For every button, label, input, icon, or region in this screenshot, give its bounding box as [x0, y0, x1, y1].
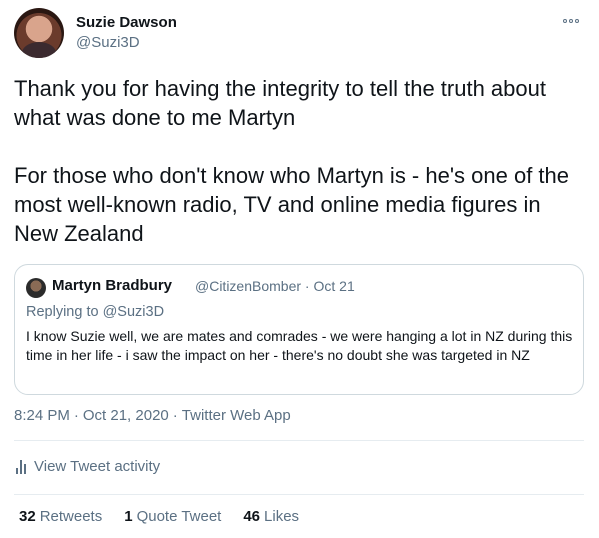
- retweets-stat[interactable]: 32 Retweets: [19, 508, 102, 525]
- tweet-time[interactable]: 8:24 PM: [14, 407, 70, 424]
- likes-stat[interactable]: 46 Likes: [243, 508, 299, 525]
- stat-count: 32: [19, 508, 36, 525]
- quoted-tweet-date: Oct 21: [313, 278, 355, 294]
- tweet-paragraph: For those who don't know who Martyn is -…: [14, 163, 570, 246]
- stat-label: Quote Tweet: [136, 508, 222, 525]
- author-handle[interactable]: @Suzi3D: [76, 34, 140, 51]
- tweet-text: Thank you for having the integrity to te…: [14, 74, 584, 248]
- tweet-paragraph: Thank you for having the integrity to te…: [14, 76, 546, 130]
- meta-separator: ·: [304, 278, 310, 294]
- replying-handle: @Suzi3D: [102, 304, 165, 320]
- tweet-source[interactable]: Twitter Web App: [182, 407, 291, 424]
- quoted-author-avatar: [26, 278, 46, 298]
- meta-separator: ·: [172, 407, 178, 424]
- tweet-stats: 32 Retweets 1 Quote Tweet 46 Likes: [19, 508, 299, 525]
- quoted-author-handle: @CitizenBomber: [195, 278, 302, 294]
- quoted-author-name: Martyn Bradbury: [52, 277, 173, 294]
- divider: [14, 440, 584, 441]
- stat-label: Likes: [264, 508, 300, 525]
- stat-count: 46: [243, 508, 261, 525]
- replying-to: Replying to @Suzi3D: [26, 304, 164, 320]
- view-activity-label: View Tweet activity: [34, 458, 161, 475]
- author-display-name[interactable]: Suzie Dawson: [76, 14, 177, 31]
- bar-chart-icon: [16, 459, 26, 474]
- more-dots-icon[interactable]: [560, 12, 582, 30]
- tweet-container: Suzie Dawson @Suzi3D Thank you for havin…: [0, 0, 599, 538]
- view-activity-link[interactable]: View Tweet activity: [16, 458, 160, 475]
- quoted-tweet-card[interactable]: Martyn Bradbury @CitizenBomber · Oct 21 …: [14, 264, 584, 395]
- replying-prefix: Replying to: [26, 304, 99, 320]
- stat-label: Retweets: [39, 508, 103, 525]
- tweet-meta: 8:24 PM · Oct 21, 2020 · Twitter Web App: [14, 407, 291, 424]
- stat-count: 1: [124, 508, 133, 525]
- divider: [14, 494, 584, 495]
- quote-tweets-stat[interactable]: 1 Quote Tweet: [124, 508, 221, 525]
- tweet-date[interactable]: Oct 21, 2020: [83, 407, 169, 424]
- quoted-tweet-text: I know Suzie well, we are mates and comr…: [26, 328, 573, 363]
- quoted-tweet-meta: @CitizenBomber · Oct 21: [195, 278, 355, 294]
- author-avatar[interactable]: [14, 8, 64, 58]
- meta-separator: ·: [73, 407, 79, 424]
